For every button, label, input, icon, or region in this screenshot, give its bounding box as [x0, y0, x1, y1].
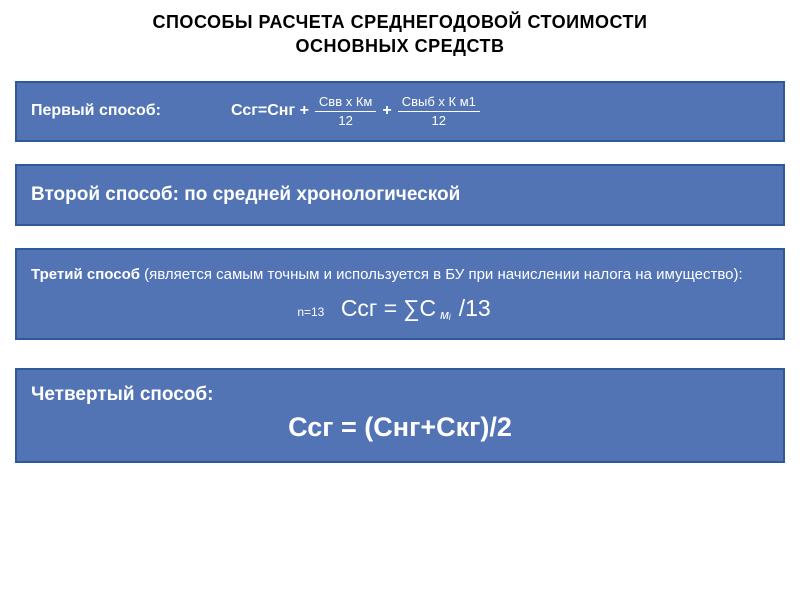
title-line-2: ОСНОВНЫХ СРЕДСТВ — [295, 36, 504, 56]
method-2-box: Второй способ: по средней хронологическо… — [15, 164, 785, 226]
method-1-label: Первый способ: — [31, 102, 231, 120]
method-3-box: Третий способ (является самым точным и и… — [15, 248, 785, 340]
plus-sign: + — [382, 102, 391, 120]
formula-left: Ссг = — [341, 295, 397, 322]
frac1-numerator: Свв х Км — [315, 95, 376, 112]
frac1-denominator: 12 — [338, 112, 352, 128]
method-3-formula-wrap: n=13 Ссг = ∑С мᵢ /13 — [31, 295, 769, 322]
method-1-box: Первый способ: Ссг=Снг + Свв х Км 12 + С… — [15, 81, 785, 143]
page-title: СПОСОБЫ РАСЧЕТА СРЕДНЕГОДОВОЙ СТОИМОСТИ … — [15, 10, 785, 59]
formula-sum: ∑С — [403, 295, 436, 322]
formula-right: /13 — [459, 295, 491, 322]
formula-prefix: Ссг=Снг + — [231, 102, 309, 120]
method-3-description: Третий способ (является самым точным и и… — [31, 264, 769, 285]
method-4-label: Четвертый способ: — [31, 384, 769, 406]
method-3-formula: Ссг = ∑С мᵢ /13 — [341, 295, 491, 322]
method-3-label-bold: Третий способ — [31, 266, 140, 283]
method-4-box: Четвертый способ: Ссг = (Снг+Скг)/2 — [15, 368, 785, 463]
formula-subscript: мᵢ — [440, 307, 451, 322]
fraction-1: Свв х Км 12 — [315, 95, 376, 129]
frac2-numerator: Свыб х К м1 — [398, 95, 480, 112]
method-2-label: Второй способ: по средней хронологическо… — [31, 184, 769, 206]
method-3-label-rest: (является самым точным и используется в … — [140, 266, 743, 283]
frac2-denominator: 12 — [432, 112, 446, 128]
method-1-formula: Ссг=Снг + Свв х Км 12 + Свыб х К м1 12 — [231, 95, 480, 129]
method-3-n-annotation: n=13 — [297, 305, 324, 319]
method-4-formula: Ссг = (Снг+Скг)/2 — [31, 412, 769, 443]
fraction-2: Свыб х К м1 12 — [398, 95, 480, 129]
title-line-1: СПОСОБЫ РАСЧЕТА СРЕДНЕГОДОВОЙ СТОИМОСТИ — [153, 12, 648, 32]
